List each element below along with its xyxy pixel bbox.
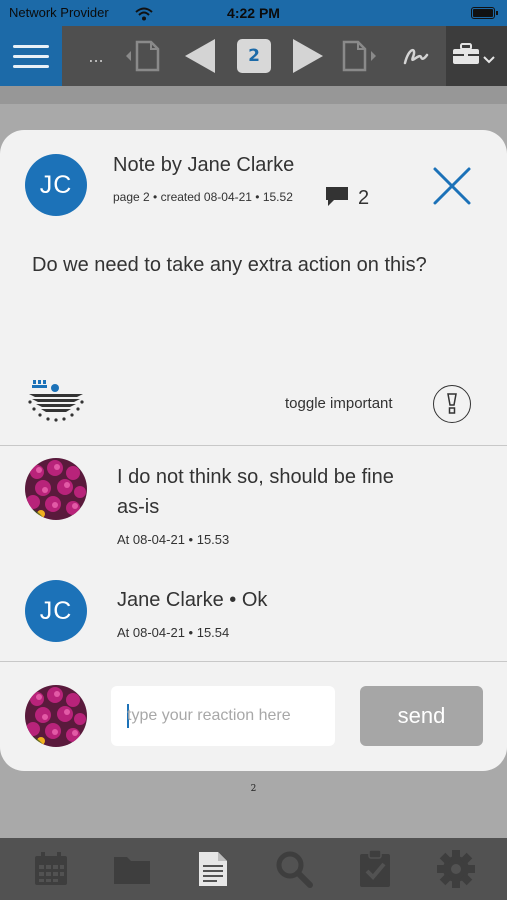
- reply-text: I do not think so, should be fine as-is: [117, 466, 394, 518]
- top-toolbar: ... 2: [0, 26, 507, 86]
- battery-icon: [471, 7, 498, 19]
- note-card: JC Note by Jane Clarke page 2 • created …: [0, 130, 507, 771]
- tab-document[interactable]: [178, 838, 248, 900]
- reply-author-avatar: JC: [25, 580, 87, 642]
- gear-icon: [437, 850, 475, 888]
- reply-author-avatar: [25, 458, 87, 520]
- comment-bubble-icon: [324, 185, 350, 211]
- document-icon: [199, 852, 227, 886]
- toggle-important-button[interactable]: [433, 385, 471, 423]
- status-bar: Network Provider 4:22 PM: [0, 0, 507, 26]
- divider: [0, 445, 507, 446]
- reaction-input-container: [111, 686, 335, 746]
- status-time: 4:22 PM: [227, 5, 280, 21]
- toggle-important-label: toggle important: [285, 395, 393, 412]
- send-button[interactable]: send: [360, 686, 483, 746]
- previous-page-button[interactable]: [180, 26, 220, 86]
- current-user-avatar: [25, 685, 87, 747]
- chevron-down-icon: [483, 50, 495, 69]
- folder-icon: [114, 857, 150, 884]
- current-page-number[interactable]: 2: [237, 39, 271, 73]
- divider: [0, 661, 507, 662]
- tab-folder[interactable]: [97, 838, 167, 900]
- signature-icon[interactable]: [396, 26, 436, 86]
- toolbox-dropdown-button[interactable]: [446, 26, 507, 86]
- more-pages-indicator[interactable]: ...: [84, 26, 108, 86]
- note-meta: page 2 • created 08-04-21 • 15.52: [113, 190, 293, 204]
- note-author-avatar: JC: [25, 154, 87, 216]
- page-footer-number: 2: [250, 784, 257, 794]
- toolbox-icon: [452, 42, 480, 70]
- reaction-input[interactable]: [127, 702, 327, 730]
- close-button[interactable]: [430, 164, 474, 208]
- comment-count: 2: [324, 185, 369, 211]
- hamburger-menu-button[interactable]: [0, 26, 62, 86]
- last-page-icon[interactable]: [338, 26, 382, 86]
- tab-calendar[interactable]: [16, 838, 86, 900]
- reply-text: Jane Clarke • Ok: [117, 589, 268, 611]
- organization-logo-icon: [27, 378, 85, 426]
- calendar-icon: [35, 852, 67, 885]
- note-body: Do we need to take any extra action on t…: [32, 254, 427, 276]
- search-icon: [276, 851, 313, 888]
- first-page-icon[interactable]: [120, 26, 164, 86]
- document-background-strip: [0, 86, 507, 104]
- clipboard-check-icon: [360, 849, 390, 887]
- tab-tasks[interactable]: [340, 838, 410, 900]
- bottom-tab-bar: [0, 838, 507, 900]
- next-page-button[interactable]: [288, 26, 328, 86]
- tab-search[interactable]: [259, 838, 329, 900]
- exclamation-icon: [447, 393, 457, 414]
- comment-count-value: 2: [358, 186, 370, 209]
- reply-meta: At 08-04-21 • 15.54: [117, 625, 230, 640]
- reply-meta: At 08-04-21 • 15.53: [117, 532, 230, 547]
- tab-settings[interactable]: [421, 838, 491, 900]
- close-icon: [433, 167, 471, 205]
- note-title: Note by Jane Clarke: [113, 154, 295, 176]
